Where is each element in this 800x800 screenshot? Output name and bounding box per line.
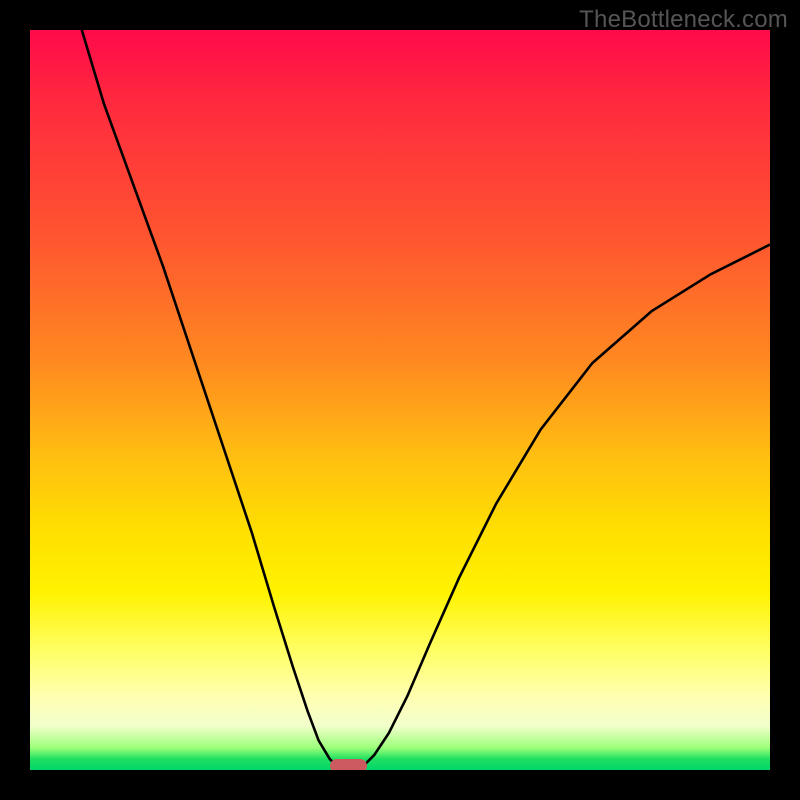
chart-frame: TheBottleneck.com <box>0 0 800 800</box>
plot-area <box>30 30 770 770</box>
optimum-marker <box>330 759 367 770</box>
curve-left <box>82 30 337 766</box>
bottleneck-curves <box>30 30 770 770</box>
curve-right <box>363 245 770 767</box>
